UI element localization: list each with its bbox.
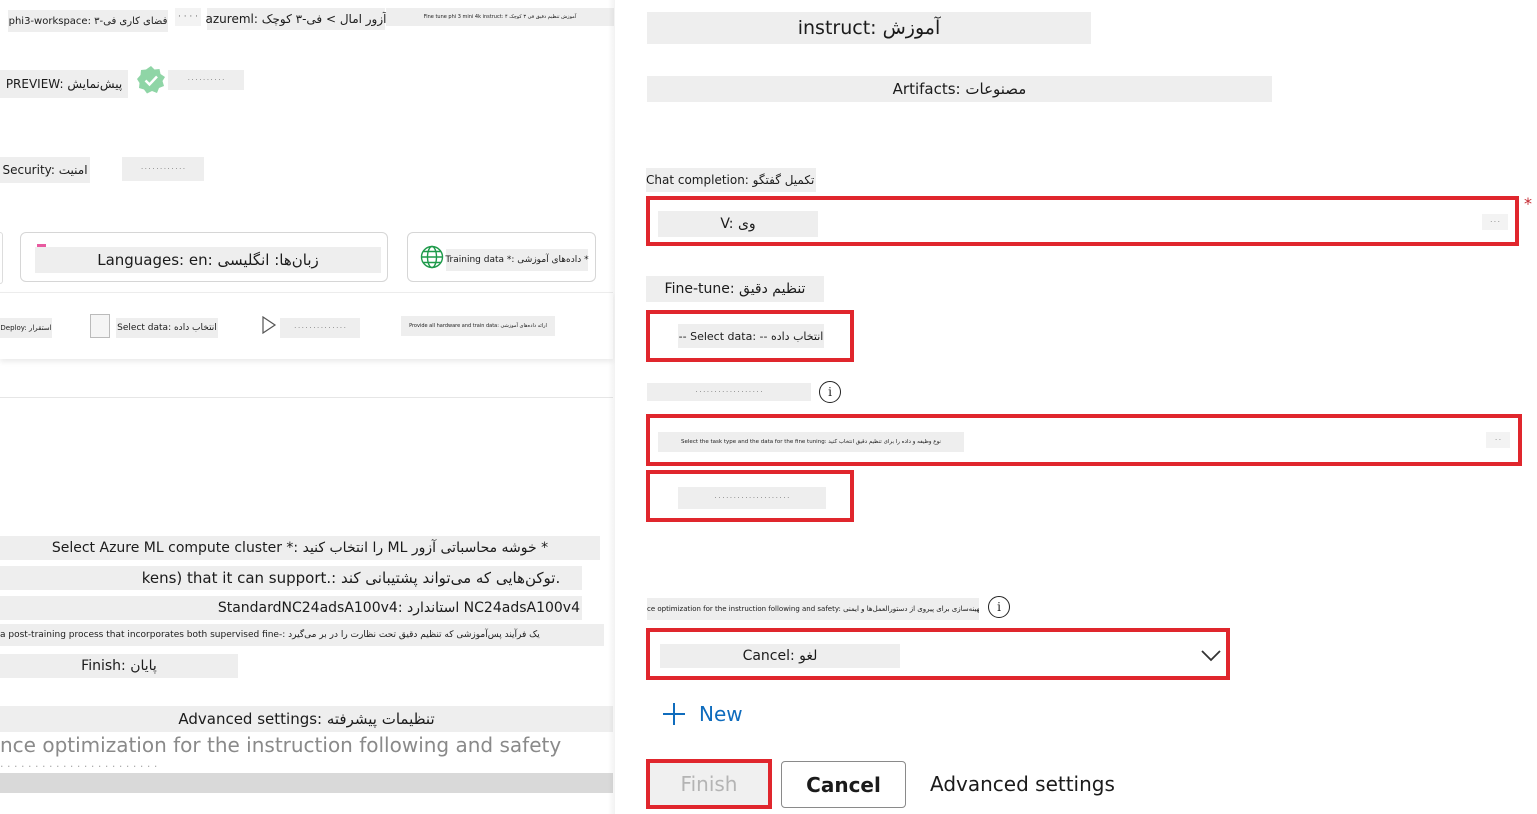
tokens-text: kens) that it can support.: توکن‌هایی که… [0, 566, 582, 590]
card-edge [0, 232, 3, 284]
advanced-settings-link[interactable]: Advanced settings [930, 772, 1115, 796]
step-3[interactable]: · · · · · · · · · · · · · · [280, 318, 360, 338]
training-data-label: Training data *: داده‌های آموزشی * [445, 249, 589, 271]
version-value: V: وی [658, 211, 818, 237]
cancel-select-value: Cancel: لغو [660, 644, 900, 668]
breadcrumb-ellipsis[interactable]: · · · · [175, 8, 201, 26]
preview-badge: PREVIEW: پیش‌نمایش [0, 70, 128, 98]
version-suffix: · · · [1482, 214, 1508, 230]
finish-label: Finish: پایان [0, 654, 238, 678]
version-select[interactable]: V: وی · · · [646, 196, 1519, 246]
optimization-text: nce optimization for the instruction fol… [0, 733, 562, 757]
fine-tune-label: Fine-tune: تنظیم دقیق [646, 276, 824, 302]
new-button[interactable]: New [661, 700, 801, 728]
artifacts-label: Artifacts: مصنوعات [647, 76, 1272, 102]
languages-label: Languages: en: زبان‌ها: انگلیسی [35, 247, 381, 273]
info-icon[interactable]: i [819, 381, 841, 403]
play-icon[interactable] [261, 315, 277, 335]
long-field[interactable]: Select the task type and the data for th… [646, 414, 1522, 466]
panel-title: instruct: آموزش [647, 12, 1091, 44]
breadcrumb-model[interactable]: azureml: آزور امال > فی-۳ کوچک [206, 8, 386, 30]
small-field-value: · · · · · · · · · · · · · · · · · · · · [678, 487, 826, 509]
step-4[interactable]: Provide all hardware and train data: ارا… [401, 316, 555, 336]
compute-cluster-label: Select Azure ML compute cluster *: را ان… [0, 536, 600, 560]
long-field-suffix: · · [1486, 432, 1510, 448]
standard-text: StandardNC24adsA100v4: استاندارد NC24ads… [0, 596, 582, 620]
background-page: phi3-workspace: فضای کاری فی-۳ · · · · a… [0, 0, 614, 814]
chat-completion-label: Chat completion: تکمیل گفتگو [646, 168, 816, 192]
required-asterisk: * [1524, 194, 1532, 213]
optimization-label: ce optimization for the instruction foll… [647, 598, 979, 620]
cancel-button[interactable]: Cancel [781, 761, 906, 808]
step-deploy[interactable]: Deploy: استقرار [0, 318, 52, 338]
finish-label: Finish [680, 772, 738, 796]
side-panel: instruct: آموزش Artifacts: مصنوعات Chat … [615, 0, 1537, 814]
select-data-dropdown[interactable]: -- Select data: -- انتخاب داده [646, 310, 854, 362]
divider [0, 397, 613, 398]
cancel-label: Cancel [806, 772, 881, 797]
select-data-value: -- Select data: -- انتخاب داده [678, 324, 824, 348]
security-value: · · · · · · · · · · · · [122, 157, 204, 181]
verified-text: · · · · · · · · · · [168, 70, 244, 90]
security-label: Security: امنیت [0, 157, 90, 183]
training-data-card[interactable]: Training data *: داده‌های آموزشی * [407, 232, 596, 282]
breadcrumb-job[interactable]: Fine tune phi 3 mini 4k instruct: آموزش … [386, 8, 614, 26]
step-checkbox[interactable] [90, 314, 110, 338]
chevron-down-icon [1200, 648, 1222, 662]
breadcrumb-workspace[interactable]: phi3-workspace: فضای کاری فی-۳ [8, 10, 168, 32]
new-label: New [699, 702, 743, 726]
cancel-select[interactable]: Cancel: لغو [646, 628, 1230, 680]
verified-icon [136, 65, 166, 95]
info-icon-2[interactable]: i [988, 596, 1010, 618]
step-select-data[interactable]: Select data: انتخاب داده [116, 318, 218, 338]
truncated-text: · · · · · · · · · · · · · · · · · · · · … [0, 762, 158, 772]
advanced-settings-label: Advanced settings: تنظیمات پیشرفته [0, 706, 613, 732]
horizontal-scrollbar[interactable] [0, 773, 613, 793]
small-field[interactable]: · · · · · · · · · · · · · · · · · · · · [646, 470, 854, 522]
languages-card[interactable]: Languages: en: زبان‌ها: انگلیسی [20, 232, 388, 282]
globe-icon [420, 245, 444, 269]
field-label: · · · · · · · · · · · · · · · · · · [647, 383, 811, 401]
finish-button[interactable]: Finish [646, 759, 772, 809]
plus-icon [663, 703, 685, 725]
long-field-value: Select the task type and the data for th… [658, 432, 964, 452]
post-training-text: a post-training process that incorporate… [0, 624, 604, 646]
